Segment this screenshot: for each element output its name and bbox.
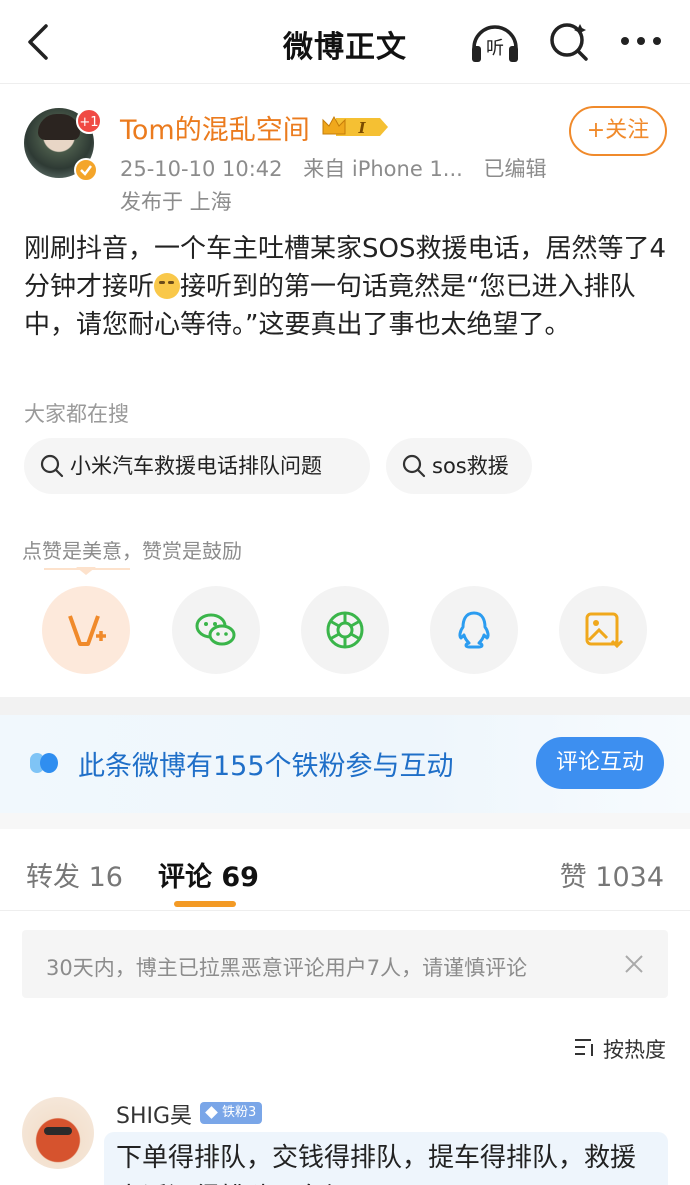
fans-icon bbox=[30, 753, 58, 773]
author-avatar[interactable]: +1 bbox=[24, 108, 102, 182]
follow-button[interactable]: +关注 bbox=[569, 106, 667, 156]
post-edited[interactable]: 已编辑 bbox=[484, 157, 547, 181]
crying-emoji-icon bbox=[154, 273, 181, 299]
trending-chip-label: 小米汽车救援电话排队问题 bbox=[70, 454, 322, 478]
qq-share-button[interactable] bbox=[430, 586, 518, 674]
wechat-icon bbox=[195, 613, 236, 646]
moments-share-button[interactable] bbox=[301, 586, 389, 674]
save-image-icon bbox=[585, 612, 624, 649]
tab-like[interactable]: 赞 1034 bbox=[560, 855, 664, 894]
reward-tip: 点赞是美意，赞赏是鼓励 bbox=[22, 539, 242, 563]
search-icon bbox=[402, 454, 426, 478]
comment-text[interactable]: 下单得排队，交钱得排队，提车得排队，救援电话还得排队，车坏了 bbox=[104, 1132, 668, 1185]
more-icon[interactable] bbox=[618, 26, 664, 56]
post-location: 发布于 上海 bbox=[120, 190, 232, 214]
qq-icon bbox=[458, 611, 490, 649]
sort-icon bbox=[575, 1039, 593, 1056]
tab-comment[interactable]: 评论 69 bbox=[158, 855, 259, 894]
level-badge-text: I bbox=[357, 119, 366, 137]
moments-icon bbox=[326, 611, 364, 649]
save-image-button[interactable] bbox=[559, 586, 647, 674]
sort-label: 按热度 bbox=[603, 1038, 666, 1062]
sort-by-hot[interactable]: 按热度 bbox=[575, 1034, 666, 1064]
v-plus-icon bbox=[68, 615, 106, 646]
fans-banner: 此条微博有155个铁粉参与互动 评论互动 bbox=[0, 715, 690, 813]
trending-chip-label: sos救援 bbox=[432, 454, 509, 478]
tab-bar: 转发 16 评论 69 赞 1034 bbox=[0, 829, 690, 911]
section-divider bbox=[0, 697, 690, 715]
section-divider bbox=[0, 813, 690, 829]
avatar-plus-badge: +1 bbox=[76, 108, 102, 134]
v-plus-button[interactable] bbox=[42, 586, 130, 674]
fans-text: 此条微博有155个铁粉参与互动 bbox=[78, 751, 454, 782]
post-text: 刚刷抖音，一个车主吐槽某家SOS救援电话，居然等了4分钟才接听 接听到的第一句话竟… bbox=[24, 230, 670, 344]
trending-label: 大家都在搜 bbox=[24, 402, 129, 426]
notice-text: 30天内，博主已拉黑恶意评论用户7人，请谨慎评论 bbox=[46, 956, 528, 980]
comment-avatar[interactable] bbox=[22, 1097, 94, 1169]
comment-user-name[interactable]: SHIG昊 bbox=[116, 1098, 192, 1130]
tab-repost[interactable]: 转发 16 bbox=[26, 855, 123, 894]
tip-arrow-icon bbox=[76, 567, 96, 575]
trending-chip[interactable]: 小米汽车救援电话排队问题 bbox=[24, 438, 370, 494]
wechat-share-button[interactable] bbox=[172, 586, 260, 674]
listen-label: 听 bbox=[486, 38, 504, 59]
post-source: 来自 iPhone 1... bbox=[303, 157, 463, 181]
search-icon bbox=[40, 454, 64, 478]
comment-notice: 30天内，博主已拉黑恶意评论用户7人，请谨慎评论 bbox=[22, 930, 668, 998]
tab-indicator bbox=[174, 901, 236, 907]
search-icon[interactable] bbox=[548, 20, 590, 64]
trending-chip[interactable]: sos救援 bbox=[386, 438, 532, 494]
comment-interact-button[interactable]: 评论互动 bbox=[536, 737, 664, 789]
member-crown-icon: I bbox=[322, 115, 388, 137]
post-time: 25-10-10 10:42 bbox=[120, 157, 283, 181]
verified-icon bbox=[74, 158, 98, 182]
author-name[interactable]: Tom的混乱空间 bbox=[120, 108, 310, 147]
top-nav: 微博正文 听 bbox=[0, 0, 690, 84]
post-meta: 25-10-10 10:42 来自 iPhone 1... 已编辑 bbox=[120, 153, 561, 183]
fan-level-badge: 铁粉3 bbox=[200, 1102, 263, 1124]
listen-headphones-icon[interactable]: 听 bbox=[468, 18, 522, 66]
close-icon[interactable] bbox=[624, 954, 644, 974]
